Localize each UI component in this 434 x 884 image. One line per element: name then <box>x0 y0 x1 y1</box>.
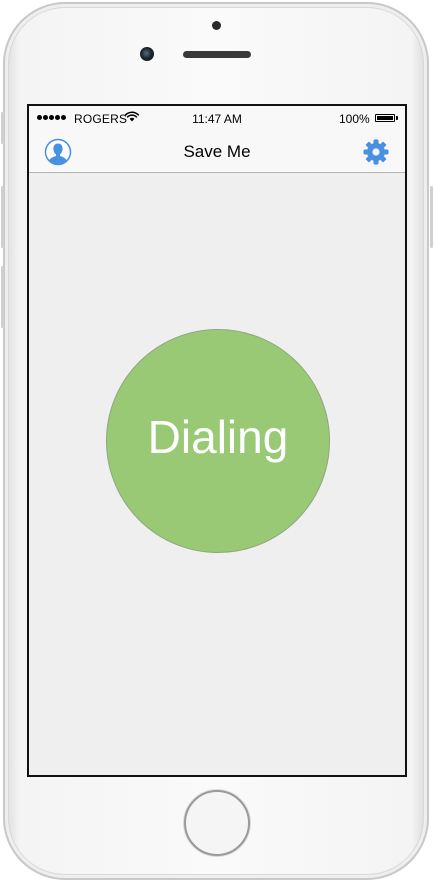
dial-button[interactable]: Dialing <box>106 329 330 553</box>
gear-icon <box>363 139 389 165</box>
settings-button[interactable] <box>362 138 390 166</box>
earpiece-speaker <box>183 51 251 58</box>
mute-switch <box>1 112 4 144</box>
navigation-bar: Save Me <box>29 132 405 173</box>
battery-icon <box>375 114 395 122</box>
home-button[interactable] <box>184 790 250 856</box>
dial-status-label: Dialing <box>147 411 289 463</box>
battery-percent: 100% <box>339 112 370 126</box>
device-frame: ROGERS 11:47 AM 100% Save Me Dialing <box>0 0 434 884</box>
app-screen: ROGERS 11:47 AM 100% Save Me Dialing <box>27 104 407 777</box>
volume-up-button <box>1 186 4 248</box>
page-title: Save Me <box>183 142 251 161</box>
front-camera <box>140 47 154 61</box>
volume-down-button <box>1 266 4 328</box>
power-button <box>430 186 433 248</box>
battery-level-fill <box>377 116 393 120</box>
proximity-sensor <box>212 21 221 30</box>
status-bar: ROGERS 11:47 AM 100% <box>29 106 405 132</box>
battery-tip <box>396 116 398 120</box>
